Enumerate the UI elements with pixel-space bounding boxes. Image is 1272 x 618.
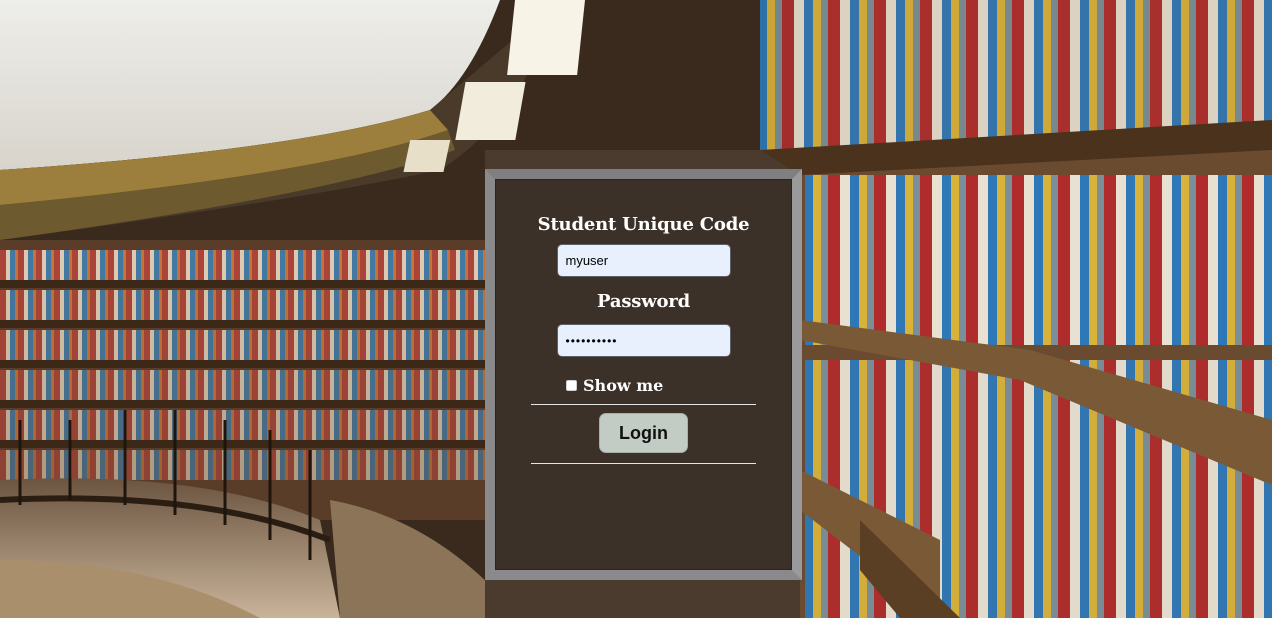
show-password-label[interactable]: Show me <box>583 376 663 395</box>
show-password-checkbox[interactable] <box>566 380 577 391</box>
password-label: Password <box>597 291 690 312</box>
divider-top <box>531 404 756 405</box>
student-code-label: Student Unique Code <box>537 214 750 235</box>
login-panel: Student Unique Code myuser Password ••••… <box>485 169 802 580</box>
login-button[interactable]: Login <box>599 413 688 453</box>
divider-bottom <box>531 463 756 464</box>
student-code-input[interactable]: myuser <box>556 244 731 277</box>
show-password-row[interactable]: Show me <box>566 376 663 395</box>
password-input[interactable]: •••••••••• <box>556 324 731 357</box>
login-form: Student Unique Code myuser Password ••••… <box>495 179 792 570</box>
